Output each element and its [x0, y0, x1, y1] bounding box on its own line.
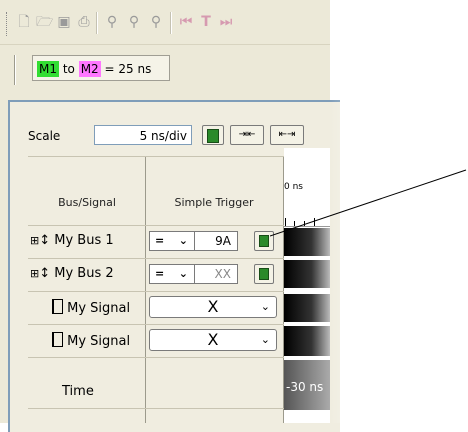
chevron-down-icon: ⌄: [260, 333, 270, 346]
zoom-in-time-button[interactable]: ⇥⇤: [230, 125, 264, 145]
signal-name: My Signal: [67, 301, 131, 316]
bus-name: My Bus 2: [54, 266, 114, 281]
chevron-down-icon: ⌄: [260, 300, 270, 313]
trigger-value-input[interactable]: 9A: [194, 231, 238, 251]
toolbar-separator: [96, 12, 98, 34]
simple-trigger-header: Simple Trigger: [174, 196, 254, 209]
scale-input[interactable]: 5 ns/div: [94, 125, 192, 145]
signal-row-my-signal[interactable]: My Signal: [52, 332, 130, 349]
marker-bar: M1 to M2 = 25 ns: [0, 44, 330, 95]
marker-m2: M2: [78, 61, 101, 77]
open-folder-icon[interactable]: 🗁: [36, 14, 53, 30]
marker-measurement[interactable]: M1 to M2 = 25 ns: [32, 55, 170, 81]
signal-row-my-signal[interactable]: My Signal: [52, 299, 130, 316]
trigger-state-select[interactable]: X ⌄: [149, 296, 277, 318]
signal-icon: [52, 332, 63, 347]
bus-row-my-bus-2[interactable]: ⊞↕ My Bus 2: [30, 266, 114, 281]
next-icon[interactable]: ⏭: [218, 14, 234, 30]
chevron-down-icon: ⌄: [178, 267, 188, 280]
zoom-out-time-button[interactable]: ⇤⇥: [270, 125, 304, 145]
signal-name: My Signal: [67, 334, 131, 349]
toolbar-separator: [170, 12, 172, 34]
time-label: Time: [62, 384, 94, 399]
calculator-icon[interactable]: [202, 125, 224, 145]
expand-icon[interactable]: ⊞: [30, 234, 39, 247]
print-icon[interactable]: ⎙: [76, 14, 92, 30]
scale-label: Scale: [28, 129, 61, 143]
operator-select[interactable]: = ⌄: [149, 264, 195, 284]
marker-m1: M1: [37, 61, 59, 77]
time-axis-strip: -30 ns: [284, 360, 330, 410]
trigger-state-select[interactable]: X ⌄: [149, 329, 277, 351]
signal-waveform: [284, 326, 330, 356]
find-icon[interactable]: ⚲: [104, 14, 120, 30]
calculator-icon[interactable]: [254, 264, 274, 284]
callout-line: [270, 169, 467, 237]
find-next-icon[interactable]: ⚲: [126, 14, 142, 30]
toolbar: 🗋 🗁 ▣ ⎙ ⚲ ⚲ ⚲ ⏮ T ⏭: [0, 0, 330, 44]
find-prev-icon[interactable]: ⚲: [148, 14, 164, 30]
save-icon[interactable]: ▣: [56, 14, 72, 30]
new-file-icon[interactable]: 🗋: [16, 14, 32, 30]
marker-bar-divider: [14, 55, 16, 85]
go-start-icon[interactable]: ⏮: [178, 14, 194, 30]
trigger-icon[interactable]: T: [198, 14, 214, 30]
bus-waveform: [284, 260, 330, 288]
bus-icon: ↕: [39, 266, 51, 281]
marker-to: to: [62, 62, 75, 76]
marker-interval: = 25 ns: [104, 62, 152, 76]
bus-name: My Bus 1: [54, 233, 114, 248]
bus-row-my-bus-1[interactable]: ⊞↕ My Bus 1: [30, 233, 114, 248]
expand-icon[interactable]: ⊞: [30, 267, 39, 280]
bus-icon: ↕: [39, 233, 51, 248]
trigger-value-input[interactable]: XX: [194, 264, 238, 284]
signal-icon: [52, 299, 63, 314]
toolbar-grip[interactable]: [6, 12, 9, 36]
signal-waveform: [284, 294, 330, 322]
bus-signal-header: Bus/Signal: [58, 196, 116, 209]
chevron-down-icon: ⌄: [178, 234, 188, 247]
time-label-bottom: -30 ns: [286, 380, 324, 394]
operator-select[interactable]: = ⌄: [149, 231, 195, 251]
